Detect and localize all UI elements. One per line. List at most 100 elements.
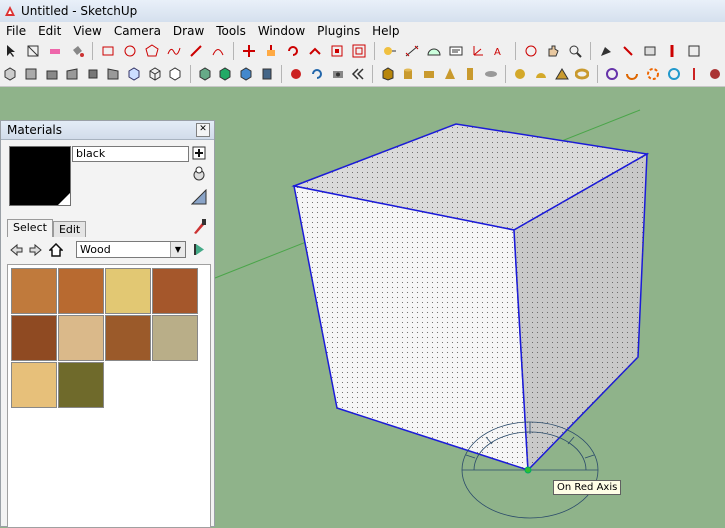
tube-shape-icon[interactable] — [421, 65, 438, 83]
camera-icon[interactable] — [329, 65, 346, 83]
wireframe-icon[interactable] — [146, 65, 163, 83]
protractor-icon[interactable] — [425, 42, 443, 60]
monochrome-icon[interactable] — [238, 65, 255, 83]
material-swatch[interactable] — [11, 268, 57, 314]
details-arrow-icon[interactable] — [192, 241, 208, 258]
menu-view[interactable]: View — [67, 24, 107, 38]
chevron-down-icon[interactable]: ▼ — [170, 242, 185, 257]
torus-shape-icon[interactable] — [574, 65, 591, 83]
iso-view-icon[interactable] — [2, 65, 19, 83]
follow-me-icon[interactable] — [306, 42, 324, 60]
rotate-icon[interactable] — [284, 42, 302, 60]
sphere-shape-icon[interactable] — [512, 65, 529, 83]
back-arrow-icon[interactable] — [7, 241, 25, 259]
top-view-icon[interactable] — [23, 65, 40, 83]
outer-shell-icon[interactable] — [707, 65, 724, 83]
tab-select[interactable]: Select — [7, 219, 53, 237]
pan-icon[interactable] — [544, 42, 562, 60]
material-swatch[interactable] — [58, 362, 104, 408]
hidden-line-icon[interactable] — [167, 65, 184, 83]
double-chevron-left-icon[interactable] — [350, 65, 367, 83]
freehand-icon[interactable] — [165, 42, 183, 60]
eyedropper-icon[interactable] — [192, 217, 208, 235]
left-view-icon[interactable] — [105, 65, 122, 83]
menu-draw[interactable]: Draw — [167, 24, 210, 38]
material-swatch[interactable] — [11, 315, 57, 361]
pipe-shape-icon[interactable] — [483, 65, 500, 83]
pillar-shape-icon[interactable] — [462, 65, 479, 83]
push-pull-icon[interactable] — [262, 42, 280, 60]
union-icon[interactable] — [624, 65, 641, 83]
look-around-icon[interactable] — [641, 42, 659, 60]
cone-shape-icon[interactable] — [441, 65, 458, 83]
material-swatch[interactable] — [11, 362, 57, 408]
material-swatch[interactable] — [58, 315, 104, 361]
section-plane-icon[interactable] — [663, 42, 681, 60]
3d-text-icon[interactable]: A — [491, 42, 509, 60]
cylinder-shape-icon[interactable] — [400, 65, 417, 83]
dimension-icon[interactable] — [403, 42, 421, 60]
home-icon[interactable] — [47, 241, 65, 259]
circle-icon[interactable] — [121, 42, 139, 60]
right-view-icon[interactable] — [64, 65, 81, 83]
trim-icon[interactable] — [665, 65, 682, 83]
collection-dropdown[interactable]: Wood ▼ — [76, 241, 186, 258]
polygon-icon[interactable] — [143, 42, 161, 60]
menu-plugins[interactable]: Plugins — [311, 24, 366, 38]
box-shape-icon[interactable] — [379, 65, 396, 83]
material-name-field[interactable]: black — [72, 146, 189, 162]
xray-icon[interactable] — [126, 65, 143, 83]
axes-icon[interactable] — [469, 42, 487, 60]
toolbar-separator — [596, 65, 598, 83]
menu-camera[interactable]: Camera — [108, 24, 167, 38]
forward-arrow-icon[interactable] — [27, 241, 45, 259]
create-material-icon[interactable] — [191, 145, 207, 161]
text-icon[interactable] — [447, 42, 465, 60]
back-view-icon[interactable] — [85, 65, 102, 83]
select-tool-icon[interactable] — [2, 42, 20, 60]
split-icon[interactable] — [686, 65, 703, 83]
layers-icon[interactable] — [258, 65, 275, 83]
menu-tools[interactable]: Tools — [210, 24, 252, 38]
position-camera-icon[interactable] — [597, 42, 615, 60]
materials-title: Materials — [7, 123, 63, 137]
sample-paint-icon[interactable] — [191, 189, 207, 205]
menu-edit[interactable]: Edit — [32, 24, 67, 38]
record-icon[interactable] — [288, 65, 305, 83]
menu-window[interactable]: Window — [252, 24, 311, 38]
eraser-icon[interactable] — [46, 42, 64, 60]
default-material-icon[interactable] — [191, 166, 207, 182]
scale-icon[interactable] — [328, 42, 346, 60]
menu-file[interactable]: File — [0, 24, 32, 38]
arc-icon[interactable] — [209, 42, 227, 60]
intersect-icon[interactable] — [603, 65, 620, 83]
front-view-icon[interactable] — [43, 65, 60, 83]
tab-edit[interactable]: Edit — [52, 221, 87, 237]
offset-icon[interactable] — [350, 42, 368, 60]
current-material-swatch[interactable] — [9, 146, 71, 206]
shaded-icon[interactable] — [197, 65, 214, 83]
material-swatch[interactable] — [152, 315, 198, 361]
rectangle-icon[interactable] — [99, 42, 117, 60]
paint-bucket-icon[interactable] — [68, 42, 86, 60]
material-swatch[interactable] — [105, 268, 151, 314]
refresh-icon[interactable] — [309, 65, 326, 83]
tape-measure-icon[interactable] — [381, 42, 399, 60]
menu-help[interactable]: Help — [366, 24, 405, 38]
component-icon[interactable] — [24, 42, 42, 60]
zoom-icon[interactable] — [566, 42, 584, 60]
material-swatch[interactable] — [152, 268, 198, 314]
pyramid-shape-icon[interactable] — [553, 65, 570, 83]
outliner-icon[interactable] — [685, 42, 703, 60]
move-icon[interactable] — [240, 42, 258, 60]
close-icon[interactable]: ✕ — [196, 123, 210, 137]
collection-value: Wood — [80, 243, 111, 256]
line-icon[interactable] — [187, 42, 205, 60]
material-swatch[interactable] — [58, 268, 104, 314]
walk-icon[interactable] — [619, 42, 637, 60]
material-swatch[interactable] — [105, 315, 151, 361]
dome-shape-icon[interactable] — [533, 65, 550, 83]
orbit-icon[interactable] — [522, 42, 540, 60]
subtract-icon[interactable] — [645, 65, 662, 83]
textured-icon[interactable] — [217, 65, 234, 83]
